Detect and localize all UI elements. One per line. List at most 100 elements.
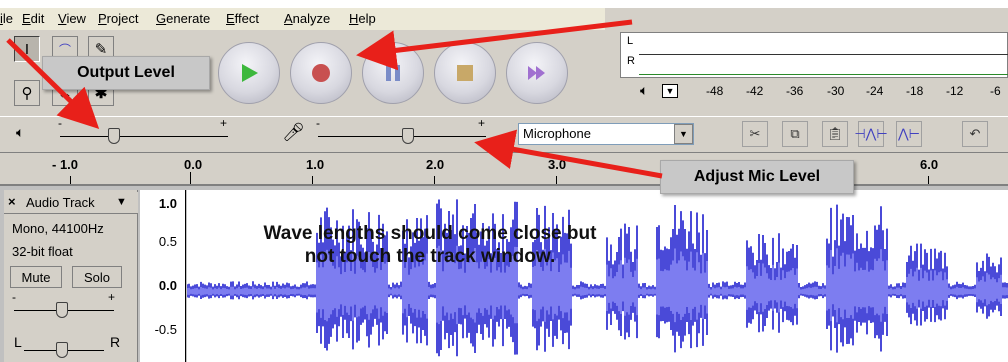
ruler-label: - 1.0 (52, 157, 79, 172)
level-meter[interactable]: L R (620, 32, 1008, 78)
meter-left-bar (639, 54, 1008, 55)
undo-icon: ↶ (969, 126, 981, 141)
pause-icon (386, 65, 400, 81)
output-volume-icon: 🔈︎ (16, 124, 25, 140)
vruler-label: -0.5 (154, 322, 177, 337)
silence-button[interactable]: ⋀⊢ (896, 121, 922, 147)
mute-label: Mute (21, 269, 51, 285)
timeline-ruler[interactable]: - 1.0 0.0 1.0 2.0 3.0 6.0 (0, 152, 1008, 186)
ruler-label: 6.0 (920, 157, 939, 172)
play-icon (242, 64, 258, 82)
meter-tick: -24 (866, 84, 884, 98)
track-rate: Mono, 44100Hz (12, 221, 104, 236)
output-volume-slider[interactable]: - + (56, 116, 236, 148)
slider-track (60, 136, 228, 137)
mute-button[interactable]: Mute (10, 266, 62, 288)
meter-left-label: L (627, 35, 634, 47)
ruler-tick (312, 176, 313, 184)
waveform-note: Wave lengths should come close but not t… (190, 222, 670, 268)
play-button[interactable] (218, 42, 280, 104)
slider-thumb[interactable] (56, 342, 68, 358)
menu-generate[interactable]: Generate (156, 11, 210, 26)
slider-minus: - (58, 116, 62, 130)
input-source-dropdown[interactable]: ▼ (674, 124, 693, 144)
slider-minus: - (12, 290, 16, 304)
meter-tick: -6 (990, 84, 1001, 98)
vruler-label: 0.5 (158, 234, 177, 249)
triangle-down-icon: ▼ (665, 86, 675, 96)
slider-minus: - (316, 116, 320, 130)
cut-button[interactable]: ✂ (742, 121, 768, 147)
output-level-callout: Output Level (42, 56, 210, 90)
pan-left-label: L (14, 334, 22, 350)
selection-tool-button[interactable]: I (14, 36, 40, 62)
menu-bar: ile Edit View Project Generate Effect An… (0, 8, 640, 30)
meter-tick: -30 (827, 84, 845, 98)
scissors-icon: ✂ (749, 126, 761, 141)
menu-help[interactable]: Help (349, 11, 376, 26)
undo-button[interactable]: ↶ (962, 121, 988, 147)
vruler-label: 1.0 (158, 196, 177, 211)
menu-analyze[interactable]: Analyze (284, 11, 330, 26)
slider-plus: + (108, 290, 116, 304)
skip-end-button[interactable] (506, 42, 568, 104)
stop-button[interactable] (434, 42, 496, 104)
copy-button[interactable]: ⧉ (782, 121, 808, 147)
meter-tick: -36 (786, 84, 804, 98)
ruler-label: 3.0 (548, 157, 567, 172)
chevron-down-icon: ▼ (679, 129, 688, 139)
envelope-icon: ⌒ (58, 42, 71, 57)
menu-file[interactable]: ile (0, 11, 13, 26)
adjust-mic-callout: Adjust Mic Level (660, 160, 854, 194)
solo-button[interactable]: Solo (72, 266, 122, 288)
input-volume-slider[interactable]: - + (314, 116, 494, 148)
waveform-note-line-2: not touch the track window. (304, 246, 556, 267)
solo-label: Solo (83, 269, 111, 285)
skip-end-icon (528, 66, 545, 80)
record-button[interactable] (290, 42, 352, 104)
meter-menu-button[interactable]: ▼ (662, 84, 678, 98)
adjust-mic-text: Adjust Mic Level (693, 168, 821, 185)
ruler-label: 1.0 (306, 157, 325, 172)
meter-right-label: R (627, 55, 635, 67)
track-gain-slider[interactable]: - + (12, 290, 122, 322)
trim-button[interactable]: ⊣⋀⊢ (854, 121, 888, 147)
menu-edit[interactable]: Edit (22, 11, 44, 26)
stop-icon (457, 65, 473, 81)
zoom-tool-button[interactable]: ⚲ (14, 80, 40, 106)
meter-tick: -42 (746, 84, 764, 98)
track-pan-slider[interactable]: L R (12, 332, 122, 362)
triangle-down-icon[interactable]: ▼ (116, 196, 127, 208)
menu-project[interactable]: Project (98, 11, 138, 26)
record-icon (312, 64, 330, 82)
slider-thumb[interactable] (402, 128, 414, 144)
menu-effect[interactable]: Effect (226, 11, 259, 26)
input-source-value: Microphone (523, 126, 591, 141)
ruler-tick (928, 176, 929, 184)
slider-plus: + (220, 116, 228, 130)
track-name: Audio Track (26, 195, 95, 210)
pause-button[interactable] (362, 42, 424, 104)
copy-icon: ⧉ (790, 126, 800, 141)
trim-icon: ⊣⋀⊢ (854, 126, 888, 141)
paste-icon: 📋︎ (826, 126, 844, 141)
magnifier-icon: ⚲ (21, 85, 33, 102)
ruler-label: 2.0 (426, 157, 445, 172)
meter-right-bar (639, 74, 1008, 75)
ruler-label: 0.0 (184, 157, 203, 172)
slider-thumb[interactable] (108, 128, 120, 144)
microphone-icon: 🎤︎ (282, 122, 305, 142)
track-name-bar[interactable]: × Audio Track ▼ (4, 192, 138, 214)
waveform (187, 199, 1008, 357)
paste-button[interactable]: 📋︎ (822, 121, 848, 147)
slider-plus: + (478, 116, 486, 130)
input-source-select[interactable]: Microphone (518, 123, 694, 145)
speaker-icon[interactable]: 🔈︎ (640, 82, 648, 99)
close-icon[interactable]: × (8, 194, 16, 209)
menu-view[interactable]: View (58, 11, 86, 26)
vruler-label: 0.0 (158, 278, 177, 293)
ruler-tick (434, 176, 435, 184)
slider-thumb[interactable] (56, 302, 68, 318)
meter-tick: -18 (906, 84, 924, 98)
silence-icon: ⋀⊢ (898, 126, 920, 141)
